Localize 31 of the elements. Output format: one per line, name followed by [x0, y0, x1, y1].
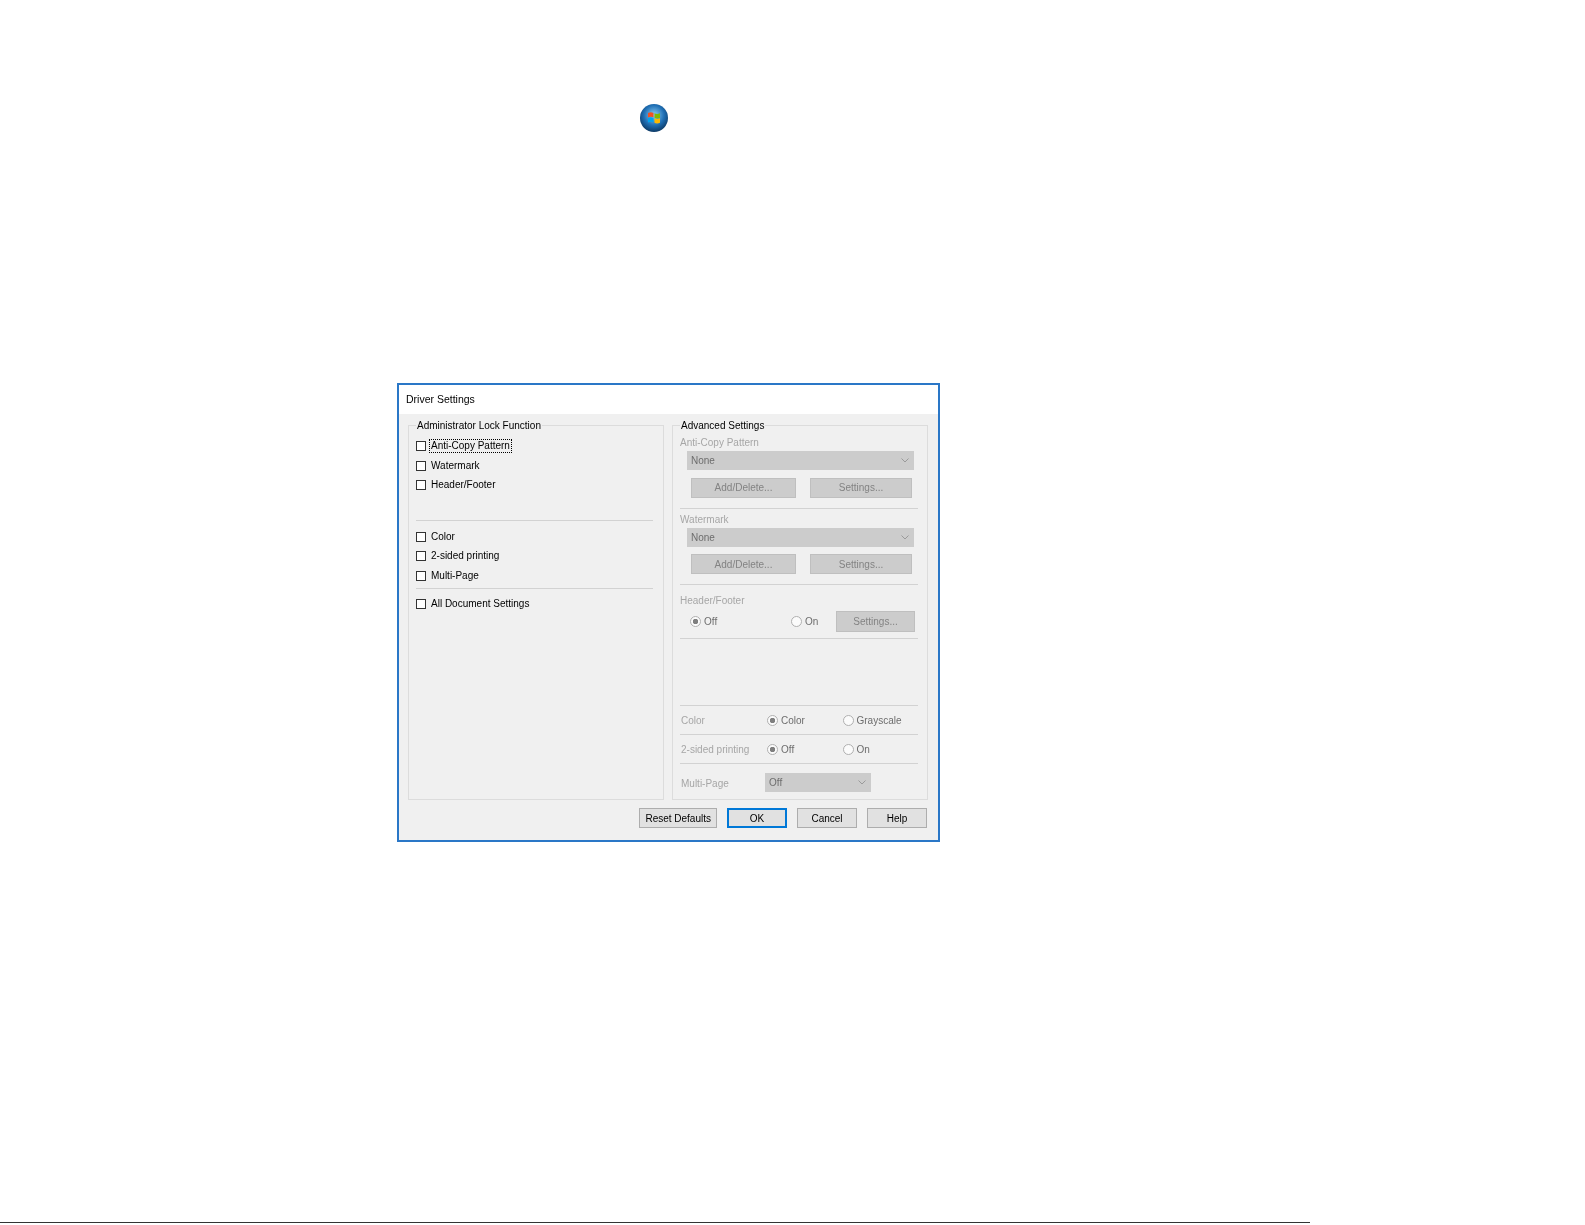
checkbox-label[interactable]: Color: [429, 529, 457, 544]
group-title: Administrator Lock Function: [416, 419, 542, 432]
checkbox-label[interactable]: All Document Settings: [429, 597, 532, 612]
checkbox[interactable]: [416, 460, 426, 471]
checkbox[interactable]: [416, 531, 426, 542]
section-label: Color: [681, 713, 706, 727]
cancel-button[interactable]: Cancel: [797, 808, 857, 828]
section-label: Multi-Page: [681, 776, 730, 790]
checkbox-label[interactable]: Watermark: [429, 458, 482, 473]
section-label: Anti-Copy Pattern: [680, 436, 759, 449]
checkbox[interactable]: [416, 599, 426, 610]
chevron-down-icon: [858, 780, 866, 785]
checkbox-label[interactable]: Header/Footer: [429, 478, 498, 493]
checkbox[interactable]: [416, 441, 426, 452]
chevron-down-icon: [901, 534, 909, 540]
section-label: 2-sided printing: [681, 742, 751, 756]
start-orb-icon: [640, 104, 668, 132]
section-label: Header/Footer: [680, 594, 745, 607]
help-button[interactable]: Help: [867, 808, 927, 828]
window-title: Driver Settings: [406, 393, 475, 406]
checkbox[interactable]: [416, 480, 426, 491]
checkbox-label[interactable]: 2-sided printing: [429, 549, 502, 564]
group-title: Advanced Settings: [680, 419, 766, 432]
chevron-down-icon: [901, 458, 909, 463]
checkbox-label[interactable]: Anti-Copy Pattern: [429, 439, 512, 454]
reset-defaults-button[interactable]: Reset Defaults: [639, 808, 717, 828]
checkbox[interactable]: [416, 551, 426, 562]
section-label: Watermark: [680, 512, 729, 526]
checkbox-label[interactable]: Multi-Page: [429, 568, 481, 583]
checkbox[interactable]: [416, 570, 426, 581]
ok-button[interactable]: OK: [727, 808, 787, 828]
